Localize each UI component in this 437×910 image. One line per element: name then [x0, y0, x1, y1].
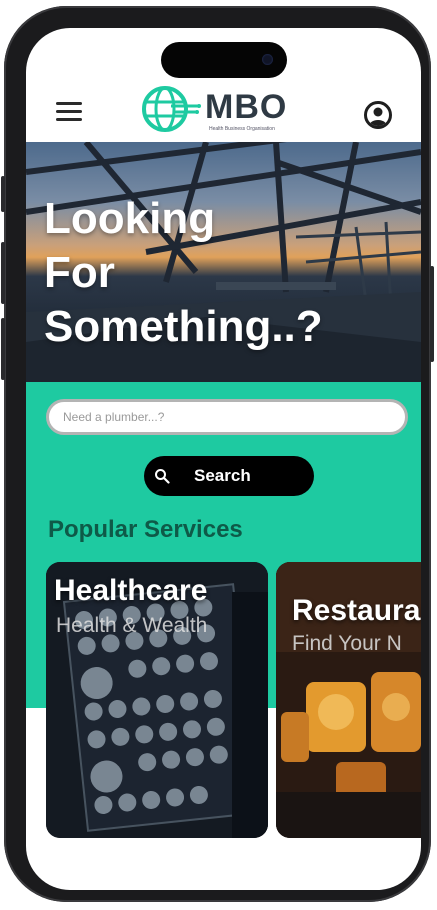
search-icon: [155, 469, 170, 484]
dynamic-island: [161, 42, 287, 78]
service-card-subtitle: Health & Wealth: [56, 614, 208, 637]
service-card-title: Restaura: [292, 594, 421, 627]
globe-logo-icon: [142, 86, 201, 132]
service-card-healthcare[interactable]: Healthcare Health & Wealth: [46, 562, 268, 838]
search-input[interactable]: [46, 399, 408, 435]
search-button-label: Search: [194, 466, 251, 485]
app-screen: MBO Health Business Organisation Looking…: [26, 28, 421, 890]
service-card-restaurants[interactable]: Restaura Find Your N: [276, 562, 421, 838]
popular-services-title: Popular Services: [48, 516, 243, 543]
user-profile-icon[interactable]: [364, 101, 392, 129]
service-card-subtitle: Find Your N: [292, 632, 402, 655]
power-button: [430, 266, 434, 362]
action-button: [1, 176, 5, 212]
logo-wordmark: MBO: [205, 88, 288, 126]
app-header: MBO Health Business Organisation: [26, 78, 421, 142]
phone-frame: MBO Health Business Organisation Looking…: [1, 6, 434, 902]
service-card-title: Healthcare: [54, 574, 208, 607]
hero-banner: Looking For Something..?: [26, 142, 421, 382]
hamburger-menu-icon[interactable]: [56, 102, 82, 122]
hero-headline: Looking For Something..?: [44, 194, 323, 351]
camera-icon: [262, 54, 273, 65]
logo-tagline: Health Business Organisation: [209, 126, 275, 132]
volume-up-button: [1, 242, 5, 304]
volume-down-button: [1, 318, 5, 380]
search-button[interactable]: Search: [144, 456, 314, 496]
mbo-logo[interactable]: MBO Health Business Organisation: [141, 84, 306, 136]
